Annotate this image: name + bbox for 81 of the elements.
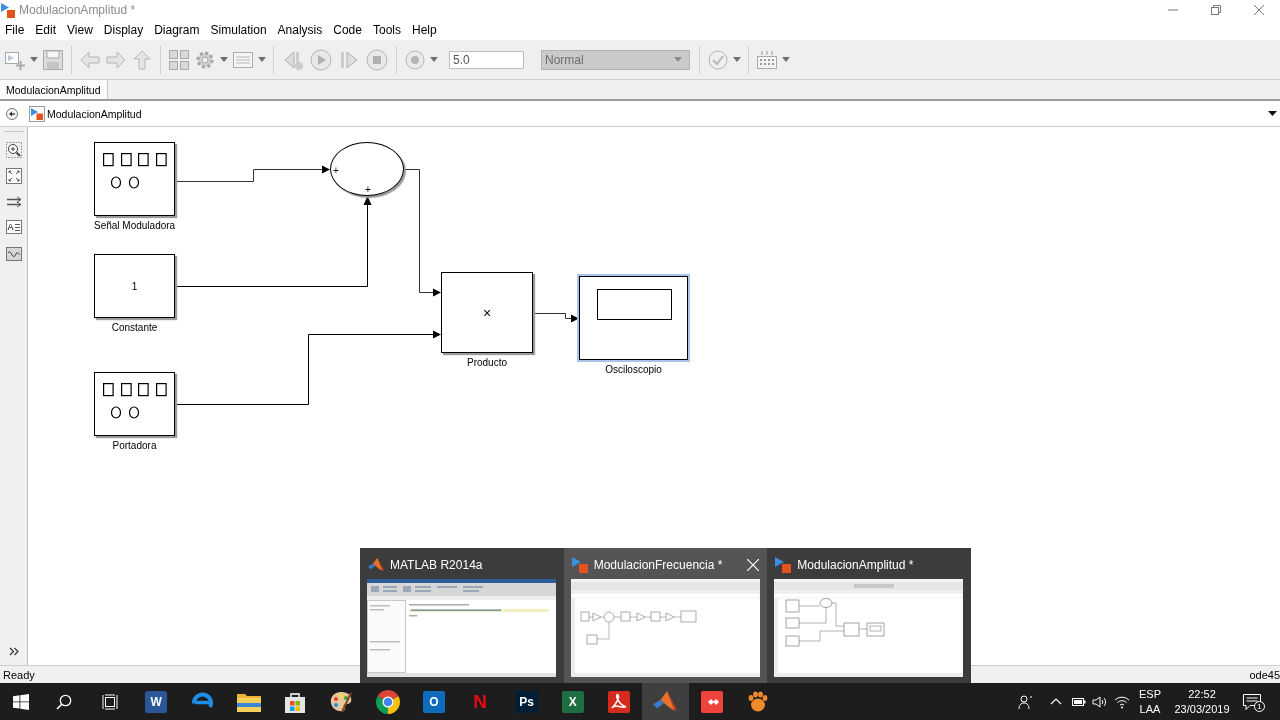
sign-label: + — [333, 166, 339, 176]
notification-icon[interactable] — [1243, 693, 1261, 710]
task-preview-card[interactable]: ModulacionAmplitud * — [767, 548, 971, 683]
caret-icon[interactable] — [1268, 111, 1277, 116]
letter-logo: X — [561, 690, 584, 713]
signal-generator-icon — [103, 153, 168, 189]
constant-block[interactable]: 1 — [94, 254, 175, 318]
menu-item[interactable]: View — [61, 23, 99, 37]
signal-block[interactable] — [94, 142, 176, 216]
menu-item[interactable]: Display — [98, 23, 149, 37]
taskbar-button[interactable]: Ps — [503, 683, 550, 720]
play-square-icon — [775, 556, 792, 573]
letter-logo: N — [473, 690, 488, 713]
language-indicator[interactable]: ESP LAA — [1133, 686, 1167, 717]
task-view-icon[interactable] — [102, 693, 118, 710]
fit-view-icon[interactable] — [5, 168, 22, 184]
letter-logo: O — [422, 690, 445, 713]
diamond-tile-icon — [699, 689, 724, 714]
image-icon[interactable] — [5, 246, 22, 262]
volume-icon[interactable] — [1092, 693, 1108, 710]
breadcrumb-item[interactable]: ModulacionAmplitud — [47, 107, 142, 120]
block-label: Osciloscopio — [605, 364, 662, 375]
annotation-tool[interactable]: A — [5, 220, 22, 234]
taskbar-button[interactable]: X — [549, 683, 596, 720]
menu-item[interactable]: File — [0, 23, 30, 37]
menu-item[interactable]: Simulation — [205, 23, 273, 37]
peak-logo-icon — [653, 689, 678, 714]
menu-item[interactable]: Code — [327, 23, 368, 37]
notification-count: 1 — [1254, 700, 1265, 712]
signal-block[interactable] — [94, 372, 175, 436]
window-title: ModulacionAmplitud * — [19, 3, 136, 17]
preview-title: ModulacionFrecuencia * — [593, 557, 723, 572]
signal-generator-icon — [103, 383, 167, 419]
play-square-icon — [1, 2, 15, 18]
status-text: Ready — [3, 668, 35, 681]
check-icon[interactable] — [708, 49, 728, 70]
taskbar-button[interactable]: N — [457, 683, 504, 720]
stop-time-field[interactable]: 5.0 — [449, 50, 524, 69]
menu-item[interactable]: Help — [406, 23, 443, 37]
sum-block[interactable]: + + — [330, 142, 404, 196]
task-preview-card[interactable]: ModulacionFrecuencia * — [563, 548, 768, 683]
block-label: Señal Moduladora — [94, 220, 176, 231]
menu-item[interactable]: Analysis — [272, 23, 328, 37]
start-icon[interactable] — [12, 693, 29, 710]
solver-label: ode45 — [1249, 668, 1280, 681]
back-icon[interactable] — [6, 107, 18, 120]
menu-item[interactable]: Tools — [367, 23, 407, 37]
letter-logo: W — [145, 690, 168, 713]
menu-item[interactable]: Edit — [29, 23, 62, 37]
signal-line — [532, 313, 579, 323]
people-icon[interactable] — [1018, 693, 1034, 710]
dot-grid-icon[interactable] — [757, 49, 777, 70]
restore-icon[interactable] — [1211, 5, 1221, 15]
scope-block[interactable] — [579, 276, 688, 360]
arrows-icon[interactable] — [5, 194, 22, 210]
product-block[interactable]: × — [441, 272, 533, 353]
play-square-icon — [571, 556, 588, 573]
search-icon[interactable] — [56, 693, 72, 710]
palette-icon — [329, 689, 354, 714]
task-preview-card[interactable]: MATLAB R2014a — [360, 548, 564, 683]
block-label: Portadora — [112, 440, 157, 451]
paw-icon — [746, 689, 770, 714]
swirl-tile-icon — [607, 689, 632, 714]
block-label: Constante — [111, 322, 158, 333]
menu-item[interactable]: Diagram — [148, 23, 206, 37]
letter-logo: Ps — [515, 690, 538, 713]
preview-title: MATLAB R2014a — [390, 557, 483, 572]
close-icon[interactable] — [1254, 5, 1264, 15]
zoom-icon[interactable] — [5, 142, 22, 158]
block-label: Producto — [467, 357, 507, 368]
model-tab[interactable]: ModulacionAmplitud — [0, 80, 108, 99]
taskbar-button[interactable]: O — [410, 683, 458, 720]
play-square-icon — [29, 105, 45, 122]
double-chevron-icon[interactable] — [8, 647, 19, 656]
clock[interactable]: 22:52 23/03/2019 — [1167, 686, 1237, 717]
peak-logo-icon — [368, 556, 384, 573]
scope-display-icon — [597, 289, 672, 320]
segmented-circle-icon — [375, 689, 400, 714]
preview-title: ModulacionAmplitud * — [797, 557, 914, 572]
sign-label: + — [365, 185, 371, 195]
taskbar-button[interactable]: W — [133, 683, 180, 720]
